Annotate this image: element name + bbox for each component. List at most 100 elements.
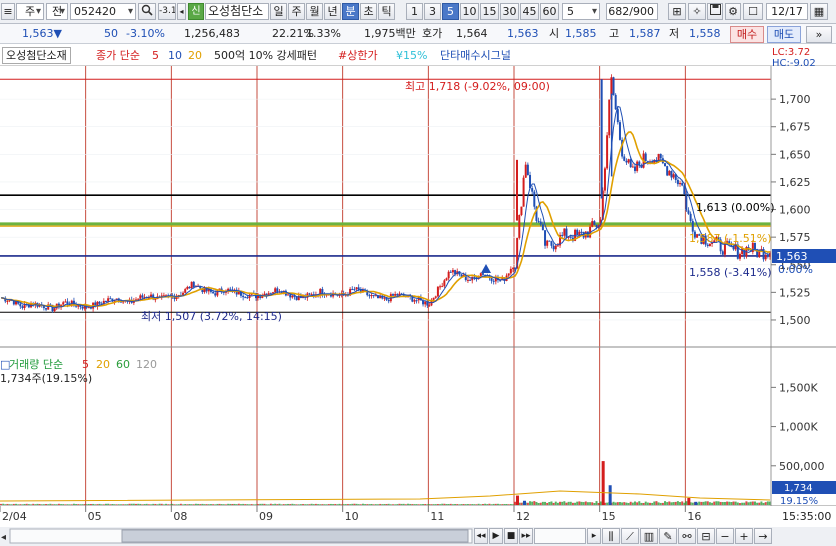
buy-button[interactable]: 매수 bbox=[730, 26, 764, 43]
interval-button-45[interactable]: 45 bbox=[520, 3, 539, 20]
stock-code-input[interactable]: 052420 bbox=[70, 3, 136, 20]
count-field[interactable]: 682/900 bbox=[606, 3, 658, 20]
exchange-select[interactable]: 전 bbox=[46, 3, 68, 20]
volume-bar bbox=[85, 504, 88, 505]
legend-ma10[interactable]: 10 bbox=[168, 49, 182, 63]
volume-bar bbox=[734, 501, 737, 505]
prev-stock-button[interactable]: ◂ bbox=[177, 3, 186, 20]
calendar-button[interactable]: ▦ bbox=[810, 3, 828, 20]
candle-body bbox=[81, 306, 84, 309]
volume-bar bbox=[700, 501, 703, 505]
volume-bar bbox=[87, 503, 90, 505]
volume-bar bbox=[698, 501, 701, 505]
legend-name-box[interactable]: 오성첨단소재 bbox=[2, 47, 71, 64]
chevron-right-icon: » bbox=[815, 28, 823, 41]
legend-pct15[interactable]: ¥15% bbox=[396, 49, 427, 63]
volume-bar bbox=[314, 503, 317, 505]
period-button-3[interactable]: 월 bbox=[306, 3, 323, 20]
volume-bar bbox=[674, 501, 677, 505]
link-button[interactable]: ⚯ bbox=[678, 528, 696, 544]
market-type-select[interactable]: 주 bbox=[16, 3, 44, 20]
interval-button-30[interactable]: 30 bbox=[500, 3, 519, 20]
volume-bar bbox=[239, 504, 242, 505]
nav-first-button[interactable]: ◂◂ bbox=[474, 528, 488, 544]
chart-type-button[interactable]: ⫼ bbox=[602, 528, 620, 544]
menu-button[interactable]: ≡ bbox=[1, 3, 15, 20]
candle-body bbox=[636, 161, 639, 171]
candle-body bbox=[21, 306, 24, 308]
volume-bar bbox=[336, 504, 339, 505]
volume-bar bbox=[64, 504, 67, 505]
interval-button-15[interactable]: 15 bbox=[480, 3, 499, 20]
current-volume-value: 1,734 bbox=[784, 483, 813, 494]
period-button-6[interactable]: 초 bbox=[360, 3, 377, 20]
extend-button[interactable]: → bbox=[754, 528, 772, 544]
calendar-checkbox[interactable]: ☐ bbox=[743, 3, 763, 20]
interval-button-3[interactable]: 3 bbox=[424, 3, 441, 20]
legend-ma-label[interactable]: 종가 단순 bbox=[96, 49, 140, 63]
search-button[interactable] bbox=[138, 3, 156, 20]
volume-bar bbox=[458, 504, 461, 505]
volume-bar bbox=[177, 504, 180, 505]
date-field[interactable]: 12/17 bbox=[766, 3, 808, 20]
zoom-plus-button[interactable]: + bbox=[735, 528, 753, 544]
scroll-left-icon[interactable]: ◂ bbox=[1, 532, 6, 543]
period-button-1[interactable]: 일 bbox=[270, 3, 287, 20]
change-pct-field[interactable]: -3.10 bbox=[158, 3, 176, 20]
candle-body bbox=[64, 301, 67, 303]
fit-button[interactable]: ⊟ bbox=[697, 528, 715, 544]
draw-button[interactable]: ✎ bbox=[659, 528, 677, 544]
volume-bar bbox=[340, 504, 343, 505]
legend-ma5[interactable]: 5 bbox=[152, 49, 159, 63]
legend-signal[interactable]: 단타매수시그널 bbox=[440, 49, 511, 63]
settings-button[interactable]: ⚙ bbox=[725, 3, 741, 20]
nav-next-button[interactable]: ▸▸ bbox=[519, 528, 533, 544]
candle-body bbox=[424, 301, 427, 305]
period-button-4[interactable]: 년 bbox=[324, 3, 341, 20]
volume-bar bbox=[451, 504, 454, 505]
zoom-out-button[interactable]: ▸ bbox=[587, 528, 601, 544]
sell-button[interactable]: 매도 bbox=[767, 26, 801, 43]
scrollbar-thumb[interactable] bbox=[121, 529, 469, 543]
tool-button[interactable]: ✧ bbox=[688, 3, 706, 20]
period-button-5[interactable]: 분 bbox=[342, 3, 359, 20]
expand-button[interactable]: » bbox=[806, 26, 832, 43]
price-tick-label: 1,575 bbox=[779, 231, 811, 244]
candle-body bbox=[190, 281, 193, 289]
volume-bar bbox=[364, 504, 367, 505]
legend-upper-limit[interactable]: #상한가 bbox=[338, 49, 378, 63]
period-button-label: 주 bbox=[291, 5, 302, 18]
save-button[interactable] bbox=[707, 3, 723, 20]
candle-body bbox=[428, 305, 431, 307]
interval-select[interactable]: 5 bbox=[562, 3, 600, 20]
interval-button-10[interactable]: 10 bbox=[460, 3, 479, 20]
candle-body bbox=[550, 241, 553, 246]
stock-name-field[interactable]: 오성첨단소 bbox=[205, 3, 269, 20]
volume-bar bbox=[404, 504, 407, 505]
line-chart-button[interactable]: ⟋ bbox=[621, 528, 639, 544]
compare-button[interactable]: ▥ bbox=[640, 528, 658, 544]
legend-ma20[interactable]: 20 bbox=[188, 49, 202, 63]
legend-pattern[interactable]: 500억 10% 강세패턴 bbox=[214, 49, 317, 63]
interval-button-1[interactable]: 1 bbox=[406, 3, 423, 20]
volume-bar bbox=[79, 504, 82, 505]
zoom-track[interactable] bbox=[534, 528, 586, 544]
volume-bar bbox=[323, 504, 326, 505]
period-button-2[interactable]: 주 bbox=[288, 3, 305, 20]
candle-body bbox=[526, 164, 529, 175]
indicator-button[interactable]: ⊞ bbox=[668, 3, 686, 20]
new-badge[interactable]: 신 bbox=[188, 3, 204, 20]
zoom-minus-button[interactable]: − bbox=[716, 528, 734, 544]
nav-prev-button[interactable]: ▶ bbox=[489, 528, 503, 544]
volume-bar bbox=[486, 504, 489, 505]
checkbox-icon: ☐ bbox=[748, 5, 758, 18]
volume-bar bbox=[40, 504, 43, 505]
chart-area[interactable]: 1,7001,6751,6501,6251,6001,5751,5501,525… bbox=[0, 66, 836, 506]
interval-button-60[interactable]: 60 bbox=[540, 3, 559, 20]
high-label: 고 bbox=[609, 27, 620, 40]
nav-stop-button[interactable]: ■ bbox=[504, 528, 518, 544]
period-button-7[interactable]: 틱 bbox=[378, 3, 395, 20]
interval-button-5[interactable]: 5 bbox=[442, 3, 459, 20]
volume-bar bbox=[366, 504, 369, 505]
candle-body bbox=[394, 293, 397, 296]
